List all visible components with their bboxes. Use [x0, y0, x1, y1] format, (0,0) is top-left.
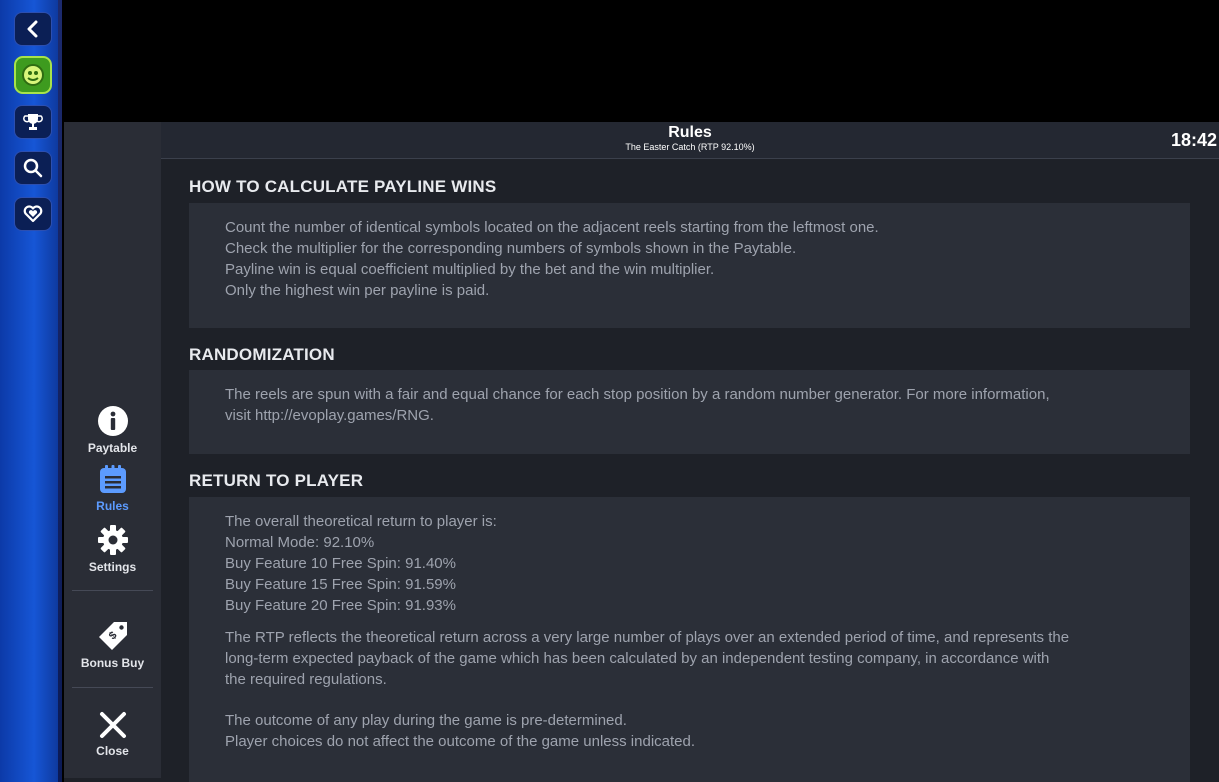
heart-icon: [23, 205, 43, 223]
rule-line: visit http://evoplay.games/RNG.: [225, 407, 434, 424]
info-sidebar: Paytable Rules Settings $ Bonus Buy Clos…: [64, 122, 161, 778]
trophy-button[interactable]: [14, 105, 52, 139]
rules-icon: [99, 465, 126, 493]
close-icon: [99, 712, 126, 738]
rtp-line: Buy Feature 10 Free Spin: 91.40%: [225, 555, 456, 572]
search-button[interactable]: [14, 151, 52, 185]
gear-icon: [97, 525, 128, 555]
sidebar-item-close[interactable]: Close: [64, 710, 161, 758]
sidebar-item-label: Rules: [96, 499, 129, 513]
sidebar-divider: [72, 687, 153, 688]
back-arrow-icon: [27, 20, 38, 38]
section-box: The reels are spun with a fair and equal…: [189, 370, 1190, 454]
rule-line: Check the multiplier for the correspondi…: [225, 240, 797, 257]
sidebar-item-paytable[interactable]: Paytable: [64, 405, 161, 455]
sidebar-item-label: Bonus Buy: [80, 656, 145, 670]
section-heading: HOW TO CALCULATE PAYLINE WINS: [189, 177, 497, 196]
sidebar-item-label: Close: [96, 744, 129, 758]
section-box: The overall theoretical return to player…: [189, 497, 1190, 782]
tag-icon: $: [98, 622, 127, 650]
sidebar-item-bonus-buy[interactable]: $ Bonus Buy: [64, 620, 161, 670]
sidebar-item-label: Settings: [88, 560, 137, 574]
rtp-paragraph-line: the required regulations.: [225, 671, 387, 688]
sidebar-item-label: Paytable: [87, 441, 138, 455]
sidebar-item-settings[interactable]: Settings: [64, 524, 161, 574]
rtp-paragraph-line: long-term expected payback of the game w…: [225, 650, 1050, 667]
sidebar-divider: [72, 590, 153, 591]
rtp-line: Buy Feature 20 Free Spin: 91.93%: [225, 597, 456, 614]
rule-line: Count the number of identical symbols lo…: [225, 219, 879, 236]
page-subtitle: The Easter Catch (RTP 92.10%): [625, 142, 755, 152]
trophy-icon: [23, 114, 43, 130]
rule-line: Payline win is equal coefficient multipl…: [225, 261, 715, 278]
info-icon: [97, 406, 128, 436]
clock: 18:42: [1170, 130, 1217, 150]
sidebar-item-rules[interactable]: Rules: [64, 465, 161, 513]
rtp-line: The overall theoretical return to player…: [225, 513, 497, 530]
rules-content[interactable]: HOW TO CALCULATE PAYLINE WINS Count the …: [189, 159, 1190, 782]
rule-line: The reels are spun with a fair and equal…: [225, 386, 1050, 403]
rtp-line: Normal Mode: 92.10%: [225, 534, 375, 551]
rtp-line: Buy Feature 15 Free Spin: 91.59%: [225, 576, 456, 593]
rtp-paragraph-line: The RTP reflects the theoretical return …: [225, 629, 1070, 646]
search-icon: [23, 158, 43, 178]
section-box: Count the number of identical symbols lo…: [189, 203, 1190, 328]
rules-panel: Paytable Rules Settings $ Bonus Buy Clos…: [64, 122, 1219, 782]
panel-header: Rules The Easter Catch (RTP 92.10%) 18:4…: [161, 122, 1219, 159]
page-title: Rules: [668, 124, 712, 141]
rule-line: Only the highest win per payline is paid…: [225, 282, 490, 299]
launcher-bar: [0, 0, 62, 782]
rtp-footer-line: Player choices do not affect the outcome…: [225, 733, 696, 750]
back-button[interactable]: [14, 12, 52, 46]
section-heading: RANDOMIZATION: [189, 345, 335, 364]
favorites-button[interactable]: [14, 197, 52, 231]
game-avatar-button[interactable]: [14, 56, 52, 94]
rtp-footer-line: The outcome of any play during the game …: [225, 712, 627, 729]
game-avatar-icon: [22, 64, 44, 86]
section-heading: RETURN TO PLAYER: [189, 471, 364, 490]
